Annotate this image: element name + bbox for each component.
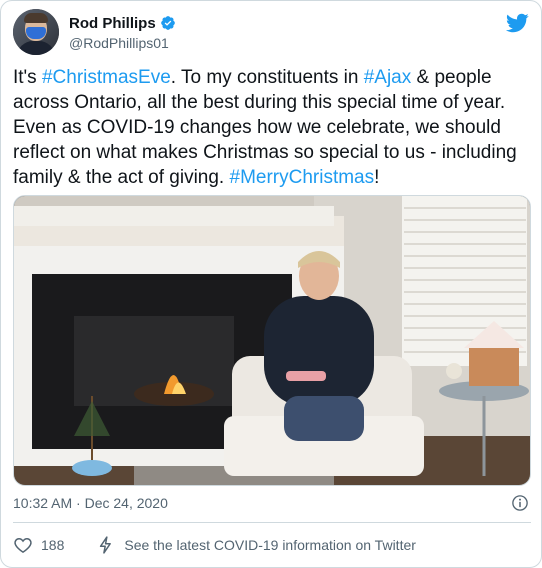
tweet-header: Rod Phillips @RodPhillips01 xyxy=(13,9,531,57)
display-name-text: Rod Phillips xyxy=(69,14,156,32)
tweet-body: It's #ChristmasEve. To my constituents i… xyxy=(13,65,531,190)
avatar[interactable] xyxy=(13,9,59,55)
tweet-text-segment: ! xyxy=(374,167,380,188)
like-count: 188 xyxy=(41,537,65,553)
tweet-actions: 188 See the latest COVID-19 information … xyxy=(13,533,416,557)
heart-icon xyxy=(14,537,32,553)
verified-badge-icon xyxy=(160,16,175,30)
video-scene-illustration xyxy=(14,196,530,485)
tweet-timestamp[interactable]: 10:32 AM · Dec 24, 2020 xyxy=(13,495,168,511)
like-button[interactable]: 188 xyxy=(13,535,64,555)
author-info: Rod Phillips @RodPhillips01 xyxy=(69,13,176,51)
tweet-video-thumbnail[interactable] xyxy=(13,195,531,486)
hashtag-merrychristmas[interactable]: #MerryChristmas xyxy=(230,167,375,188)
hashtag-ajax[interactable]: #Ajax xyxy=(364,67,412,88)
tweet-text-segment: . To my constituents in xyxy=(170,67,364,88)
author-display-name[interactable]: Rod Phillips xyxy=(69,13,176,33)
tweet-text-segment: It's xyxy=(13,67,42,88)
divider xyxy=(13,522,531,523)
hashtag-christmaseve[interactable]: #ChristmasEve xyxy=(42,67,171,88)
info-icon[interactable] xyxy=(511,494,529,512)
covid-info-link[interactable]: See the latest COVID-19 information on T… xyxy=(96,535,416,555)
covid-info-label: See the latest COVID-19 information on T… xyxy=(124,537,416,553)
lightning-bolt-icon xyxy=(100,536,112,554)
author-handle[interactable]: @RodPhillips01 xyxy=(69,35,176,51)
twitter-bird-icon[interactable] xyxy=(505,11,529,35)
tweet-card: Rod Phillips @RodPhillips01 It's #Christ… xyxy=(0,0,542,568)
